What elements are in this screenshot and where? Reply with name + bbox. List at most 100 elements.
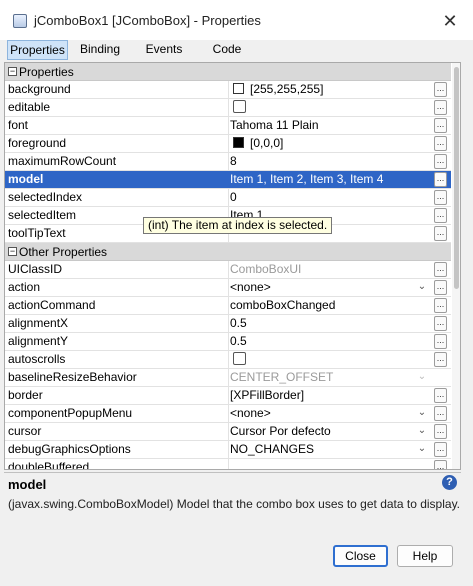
property-value[interactable]: 0.5 xyxy=(229,333,432,350)
ellipsis-button[interactable]: ... xyxy=(434,334,447,349)
property-value[interactable] xyxy=(229,351,432,368)
ellipsis-button[interactable]: ... xyxy=(434,226,447,241)
property-value[interactable]: Item 1, Item 2, Item 3, Item 4 xyxy=(229,171,432,188)
property-row[interactable]: baselineResizeBehavior CENTER_OFFSET ⌄ xyxy=(5,369,451,387)
property-value-text: 0 xyxy=(230,190,237,204)
property-value-text: [255,255,255] xyxy=(250,82,324,96)
property-value[interactable]: <none> xyxy=(229,405,432,422)
property-name: cursor xyxy=(7,423,229,440)
section-header[interactable]: − Properties xyxy=(5,63,451,81)
ellipsis-button[interactable]: ... xyxy=(434,460,447,469)
property-name: maximumRowCount xyxy=(7,153,229,170)
property-value[interactable]: CENTER_OFFSET xyxy=(229,369,432,386)
property-row[interactable]: editable... xyxy=(5,99,451,117)
ellipsis-button[interactable]: ... xyxy=(434,208,447,223)
collapse-icon[interactable]: − xyxy=(8,67,17,76)
property-row[interactable]: doubleBuffered... xyxy=(5,459,451,469)
property-value[interactable] xyxy=(229,99,432,116)
property-name: border xyxy=(7,387,229,404)
property-value[interactable]: 0 xyxy=(229,189,432,206)
section-header[interactable]: − Other Properties xyxy=(5,243,451,261)
property-name: actionCommand xyxy=(7,297,229,314)
checkbox[interactable] xyxy=(233,100,246,113)
ellipsis-button[interactable]: ... xyxy=(434,298,447,313)
ellipsis-button[interactable]: ... xyxy=(434,118,447,133)
ellipsis-button[interactable]: ... xyxy=(434,172,447,187)
property-row[interactable]: alignmentX 0.5... xyxy=(5,315,451,333)
property-value[interactable] xyxy=(229,459,432,469)
checkbox[interactable] xyxy=(233,352,246,365)
property-row[interactable]: background [255,255,255]... xyxy=(5,81,451,99)
property-row[interactable]: model Item 1, Item 2, Item 3, Item 4... xyxy=(5,171,451,189)
property-value[interactable]: [255,255,255] xyxy=(229,81,432,98)
property-value[interactable]: [XPFillBorder] xyxy=(229,387,432,404)
ellipsis-button[interactable]: ... xyxy=(434,352,447,367)
property-value[interactable]: 0.5 xyxy=(229,315,432,332)
property-name: alignmentY xyxy=(7,333,229,350)
ellipsis-button[interactable]: ... xyxy=(434,82,447,97)
ellipsis-button[interactable]: ... xyxy=(434,154,447,169)
ellipsis-button[interactable]: ... xyxy=(434,100,447,115)
tab-binding[interactable]: Binding xyxy=(76,40,124,60)
close-icon[interactable]: ✕ xyxy=(433,6,467,36)
chevron-down-icon[interactable]: ⌄ xyxy=(416,425,428,437)
property-value[interactable]: <none> xyxy=(229,279,432,296)
ellipsis-button[interactable]: ... xyxy=(434,280,447,295)
chevron-down-icon[interactable]: ⌄ xyxy=(416,443,428,455)
property-row[interactable]: alignmentY 0.5... xyxy=(5,333,451,351)
ellipsis-button[interactable]: ... xyxy=(434,190,447,205)
property-row[interactable]: border [XPFillBorder]... xyxy=(5,387,451,405)
ellipsis-button[interactable]: ... xyxy=(434,262,447,277)
property-row[interactable]: font Tahoma 11 Plain... xyxy=(5,117,451,135)
property-name: background xyxy=(7,81,229,98)
property-name: font xyxy=(7,117,229,134)
property-name: componentPopupMenu xyxy=(7,405,229,422)
help-icon[interactable]: ? xyxy=(442,475,457,490)
property-row[interactable]: selectedIndex 0... xyxy=(5,189,451,207)
property-row[interactable]: action <none> ⌄... xyxy=(5,279,451,297)
window-title: jComboBox1 [JComboBox] - Properties xyxy=(34,13,261,28)
property-value-text: [0,0,0] xyxy=(250,136,284,150)
scrollbar-thumb[interactable] xyxy=(454,67,459,289)
vertical-scrollbar[interactable] xyxy=(452,63,460,469)
property-value[interactable]: NO_CHANGES xyxy=(229,441,432,458)
collapse-icon[interactable]: − xyxy=(8,247,17,256)
property-row[interactable]: autoscrolls... xyxy=(5,351,451,369)
property-row[interactable]: cursor Cursor Por defecto ⌄... xyxy=(5,423,451,441)
property-value-text: comboBoxChanged xyxy=(230,298,336,312)
section-label: Properties xyxy=(19,65,74,79)
property-row[interactable]: actionCommand comboBoxChanged... xyxy=(5,297,451,315)
description-text: (javax.swing.ComboBoxModel) Model that t… xyxy=(8,497,461,511)
property-row[interactable]: UIClassID ComboBoxUI... xyxy=(5,261,451,279)
ellipsis-button[interactable]: ... xyxy=(434,424,447,439)
help-button[interactable]: Help xyxy=(397,545,453,567)
ellipsis-button[interactable]: ... xyxy=(434,388,447,403)
property-value[interactable]: comboBoxChanged xyxy=(229,297,432,314)
ellipsis-button[interactable]: ... xyxy=(434,406,447,421)
tab-properties[interactable]: Properties xyxy=(7,40,68,60)
tab-events[interactable]: Events xyxy=(140,40,188,60)
property-value[interactable]: Tahoma 11 Plain xyxy=(229,117,432,134)
property-value[interactable]: 8 xyxy=(229,153,432,170)
ellipsis-button[interactable]: ... xyxy=(434,442,447,457)
property-value[interactable]: ComboBoxUI xyxy=(229,261,432,278)
property-rows: − Properties background [255,255,255]... edi… xyxy=(5,63,451,469)
property-row[interactable]: maximumRowCount 8... xyxy=(5,153,451,171)
property-value-text: <none> xyxy=(230,406,271,420)
property-row[interactable]: foreground [0,0,0]... xyxy=(5,135,451,153)
property-value[interactable]: [0,0,0] xyxy=(229,135,432,152)
chevron-down-icon[interactable]: ⌄ xyxy=(416,281,428,293)
ellipsis-button[interactable]: ... xyxy=(434,136,447,151)
property-name: autoscrolls xyxy=(7,351,229,368)
property-row[interactable]: componentPopupMenu <none> ⌄... xyxy=(5,405,451,423)
chevron-down-icon[interactable]: ⌄ xyxy=(416,371,428,383)
ellipsis-button[interactable]: ... xyxy=(434,316,447,331)
property-value[interactable]: Cursor Por defecto xyxy=(229,423,432,440)
color-swatch xyxy=(233,83,244,94)
property-row[interactable]: debugGraphicsOptions NO_CHANGES ⌄... xyxy=(5,441,451,459)
close-button[interactable]: Close xyxy=(333,545,388,567)
chevron-down-icon[interactable]: ⌄ xyxy=(416,407,428,419)
property-value-text: CENTER_OFFSET xyxy=(230,370,334,384)
tab-code[interactable]: Code xyxy=(206,40,248,60)
property-value-text: Item 1, Item 2, Item 3, Item 4 xyxy=(230,172,384,186)
